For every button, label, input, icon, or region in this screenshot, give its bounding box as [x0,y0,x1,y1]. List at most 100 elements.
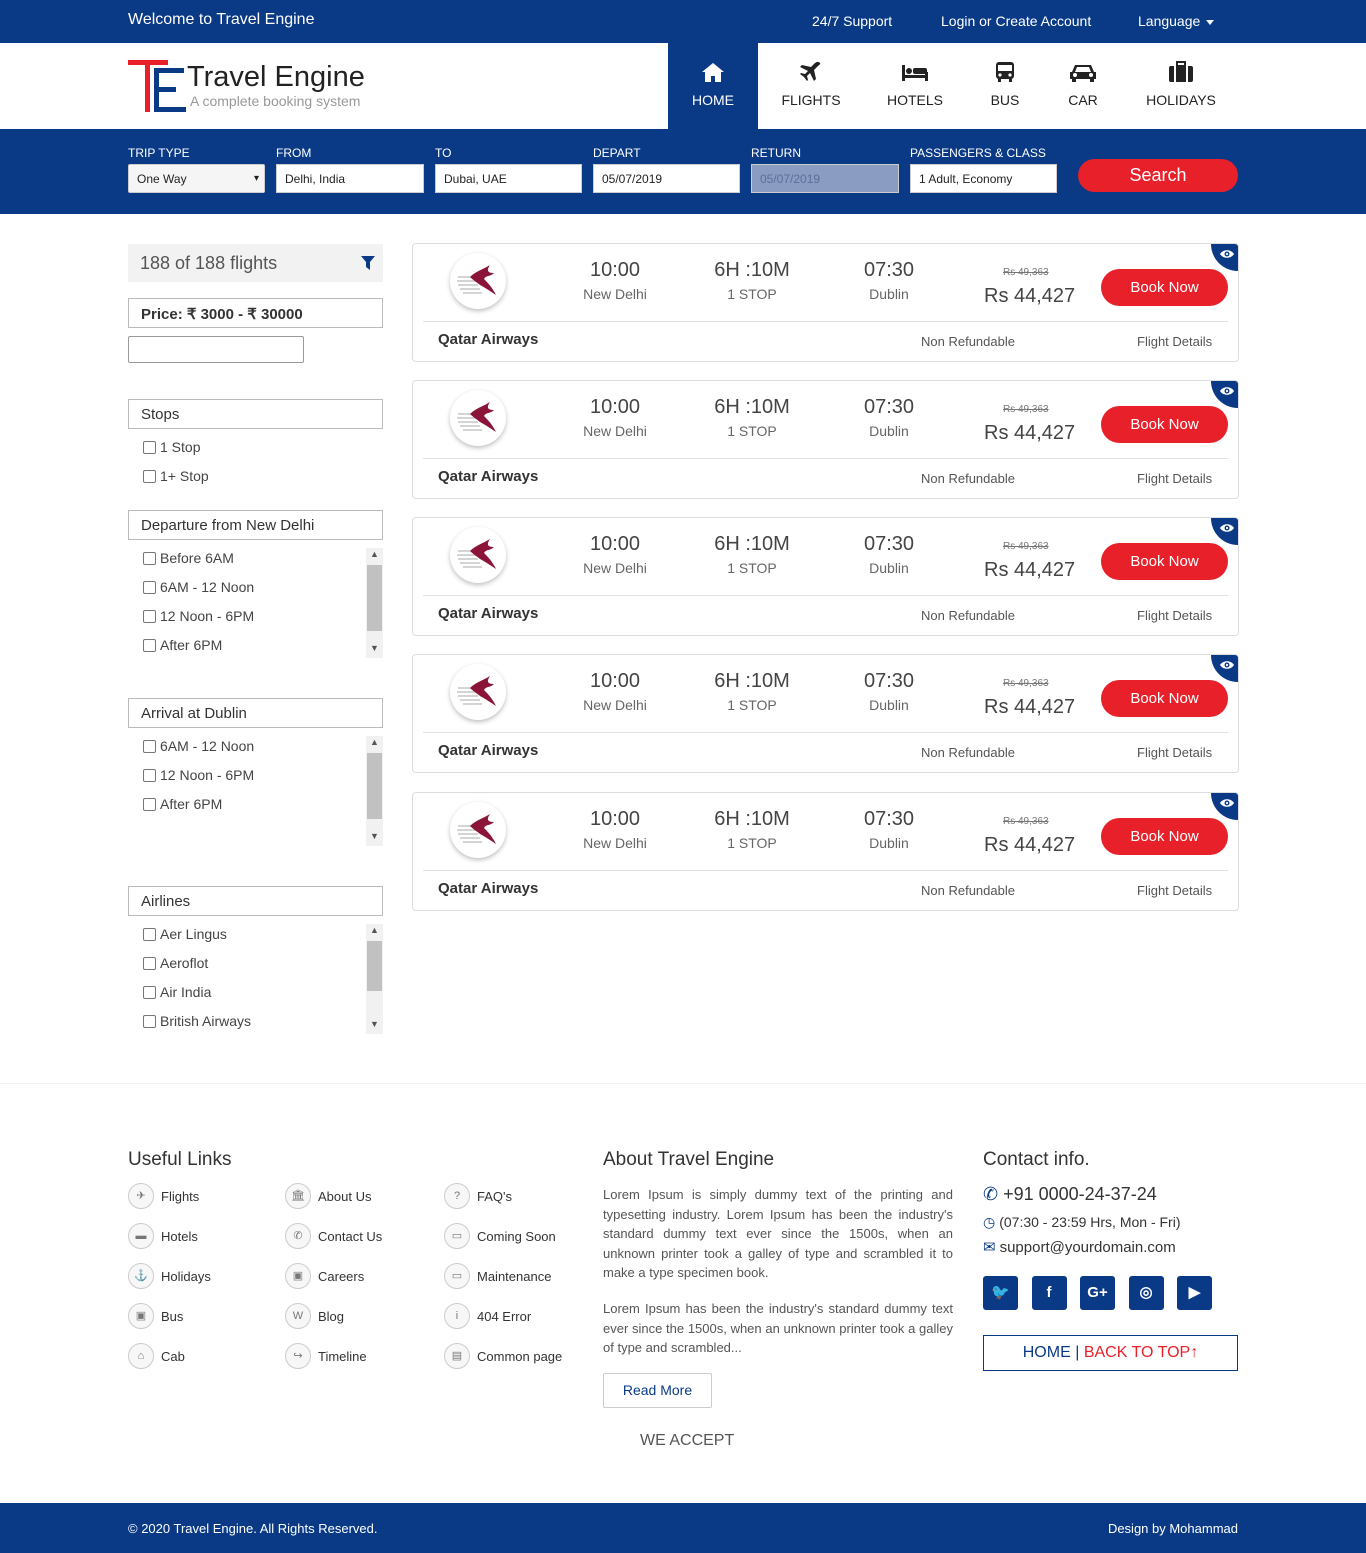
instagram-icon[interactable]: ◎ [1128,1276,1164,1310]
nav-holidays[interactable]: HOLIDAYS [1140,43,1222,129]
departure-option[interactable]: Before 6AM [143,550,234,566]
checkbox[interactable] [143,470,156,483]
twitter-icon[interactable]: 🐦 [983,1276,1018,1310]
checkbox[interactable] [143,441,156,454]
support-link[interactable]: 24/7 Support [812,13,892,29]
read-more-button[interactable]: Read More [603,1373,712,1408]
site-logo[interactable]: Travel Engine A complete booking system [128,60,378,115]
flight-details-link[interactable]: Flight Details [1137,608,1212,623]
checkbox[interactable] [143,1015,156,1028]
scroll-thumb[interactable] [367,565,382,631]
nav-hotels[interactable]: HOTELS [876,43,954,129]
file-icon: ▤ [444,1343,470,1369]
scroll-down-icon[interactable]: ▼ [366,1019,383,1033]
nav-bus[interactable]: BUS [978,43,1032,129]
back-to-top-link[interactable]: BACK TO TOP [1084,1344,1190,1361]
filter-icon[interactable] [361,256,375,270]
book-now-button[interactable]: Book Now [1101,818,1228,855]
checkbox[interactable] [143,957,156,970]
checkbox[interactable] [143,552,156,565]
login-link[interactable]: Login or Create Account [941,13,1091,29]
arrival-option[interactable]: 6AM - 12 Noon [143,738,254,754]
checkbox[interactable] [143,639,156,652]
quick-view-button[interactable] [1211,655,1238,682]
quick-view-button[interactable] [1211,381,1238,408]
checkbox[interactable] [143,740,156,753]
arrival-option[interactable]: 12 Noon - 6PM [143,767,254,783]
checkbox[interactable] [143,798,156,811]
language-dropdown[interactable]: Language [1138,13,1215,29]
contact-phone[interactable]: ✆ +91 0000-24-37-24 [983,1184,1157,1205]
stop-option[interactable]: 1+ Stop [143,468,209,484]
google-plus-icon[interactable]: G+ [1080,1276,1115,1310]
passengers-input[interactable]: 1 Adult, Economy [910,164,1057,193]
arrival-scrollbar[interactable]: ▲ ▼ [366,736,383,846]
flight-count-text: 188 of 188 flights [140,253,278,273]
scroll-thumb[interactable] [367,941,382,991]
departure-option-label: 6AM - 12 Noon [160,579,255,595]
quick-view-button[interactable] [1211,244,1238,271]
trip-type-select[interactable]: One Way ▾ [128,164,265,193]
youtube-icon[interactable]: ▶ [1177,1276,1212,1310]
airline-option[interactable]: Aer Lingus [143,926,227,942]
flight-details-link[interactable]: Flight Details [1137,471,1212,486]
checkbox[interactable] [143,769,156,782]
book-now-button[interactable]: Book Now [1101,543,1228,580]
footer-link-label: Contact Us [318,1229,383,1244]
quick-view-button[interactable] [1211,518,1238,545]
departure-city: New Delhi [583,560,647,576]
price-range-slider[interactable] [128,336,304,363]
scroll-down-icon[interactable]: ▼ [366,643,383,657]
scroll-thumb[interactable] [367,753,382,819]
checkbox[interactable] [143,581,156,594]
nav-hotels-label: HOTELS [886,92,943,108]
flight-details-link[interactable]: Flight Details [1137,745,1212,760]
arrival-option[interactable]: After 6PM [143,796,222,812]
airline-option[interactable]: Aeroflot [143,955,208,971]
refund-status: Non Refundable [921,471,1015,486]
airline-option[interactable]: British Airways [143,1013,251,1029]
nav-car[interactable]: CAR [1056,43,1110,129]
departure-scrollbar[interactable]: ▲ ▼ [366,548,383,658]
flight-details-link[interactable]: Flight Details [1137,334,1212,349]
nav-home[interactable]: HOME [668,43,758,129]
departure-option[interactable]: 6AM - 12 Noon [143,579,254,595]
quick-view-button[interactable] [1211,793,1238,820]
nav-flights[interactable]: FLIGHTS [770,43,852,129]
stop-option[interactable]: 1 Stop [143,439,200,455]
airline-option[interactable]: Air India [143,984,211,1000]
facebook-icon[interactable]: f [1031,1276,1067,1310]
departure-option[interactable]: 12 Noon - 6PM [143,608,254,624]
car-icon [1056,61,1110,85]
checkbox[interactable] [143,928,156,941]
book-now-button[interactable]: Book Now [1101,269,1228,306]
stops-filter-title: Stops [128,399,383,429]
book-now-button[interactable]: Book Now [1101,406,1228,443]
return-input[interactable]: 05/07/2019 [751,164,899,193]
book-now-button[interactable]: Book Now [1101,680,1228,717]
checkbox[interactable] [143,610,156,623]
flight-details-link[interactable]: Flight Details [1137,883,1212,898]
scroll-up-icon[interactable]: ▲ [366,549,383,563]
arrival-time: 07:30 [863,670,915,692]
stop-option-label: 1 Stop [160,439,201,455]
contact-email[interactable]: ✉ support@yourdomain.com [983,1238,1176,1256]
original-price: Rs 49,363 [1003,404,1049,415]
chevron-down-icon: ▾ [253,173,259,184]
airlines-scrollbar[interactable]: ▲ ▼ [366,924,383,1034]
info-icon: i [444,1303,470,1329]
scroll-up-icon[interactable]: ▲ [366,925,383,939]
airline-logo [450,802,506,858]
departure-option[interactable]: After 6PM [143,637,222,653]
from-input[interactable]: Delhi, India [276,164,424,193]
depart-input[interactable]: 05/07/2019 [593,164,740,193]
checkbox[interactable] [143,986,156,999]
to-input[interactable]: Dubai, UAE [435,164,582,193]
search-button[interactable]: Search [1078,159,1238,192]
phone-number: +91 0000-24-37-24 [1003,1184,1157,1204]
home-link[interactable]: HOME [1023,1344,1071,1361]
back-to-top[interactable]: HOME | BACK TO TOP↑ [983,1335,1238,1371]
scroll-up-icon[interactable]: ▲ [366,737,383,751]
scroll-down-icon[interactable]: ▼ [366,831,383,845]
brand-tagline: A complete booking system [190,93,361,109]
